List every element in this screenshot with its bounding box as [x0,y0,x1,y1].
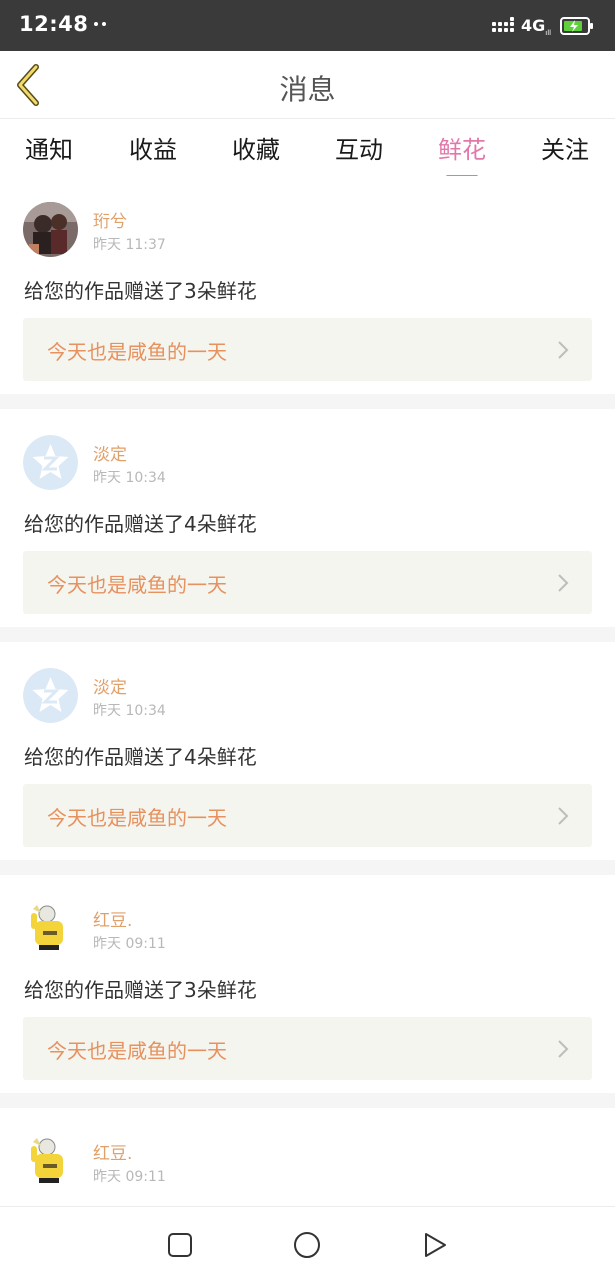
tab-follow[interactable]: 关注 [525,130,605,165]
signal-bars-icon [492,17,516,35]
photo-avatar-icon [23,202,78,257]
tab-earnings[interactable]: 收益 [113,130,193,165]
flower-message-list[interactable]: 珩兮 昨天 11:37 给您的作品赠送了3朵鲜花 今天也是咸鱼的一天 淡定 昨天… [0,176,615,1206]
message-text: 给您的作品赠送了4朵鲜花 [24,512,257,536]
username[interactable]: 淡定 [93,673,127,698]
status-time: 12:48 [19,12,89,36]
square-icon[interactable] [166,1231,194,1259]
username[interactable]: 红豆. [93,906,132,931]
work-link-button[interactable]: 今天也是咸鱼的一天 [23,784,592,847]
message-text: 给您的作品赠送了3朵鲜花 [24,978,257,1002]
username[interactable]: 珩兮 [93,207,127,232]
list-item: 红豆. 昨天 09:11 给您的作品赠送了3朵鲜花 今天也是咸鱼的一天 [0,875,615,1093]
tab-flowers[interactable]: 鲜花 [422,130,502,178]
work-title: 今天也是咸鱼的一天 [47,1039,227,1063]
list-item: 红豆. 昨天 09:11 [0,1108,615,1206]
divider [0,394,615,409]
tab-bar: 通知 收益 收藏 互动 鲜花 关注 [0,120,615,178]
divider [0,1093,615,1108]
message-text: 给您的作品赠送了3朵鲜花 [24,279,257,303]
work-title: 今天也是咸鱼的一天 [47,340,227,364]
work-link-button[interactable]: 今天也是咸鱼的一天 [23,551,592,614]
cartoon-avatar-icon [23,1134,78,1189]
notification-dots-icon [94,22,110,28]
header-bar: 消息 [0,51,615,119]
triangle-back-icon[interactable] [421,1231,449,1259]
tab-flowers-label: 鲜花 [438,136,486,164]
default-star-avatar-icon [23,668,78,723]
timestamp: 昨天 09:11 [93,936,166,952]
battery-charging-icon [560,17,593,35]
avatar[interactable] [23,435,78,490]
avatar[interactable] [23,1134,78,1189]
list-item: 珩兮 昨天 11:37 给您的作品赠送了3朵鲜花 今天也是咸鱼的一天 [0,176,615,394]
work-link-button[interactable]: 今天也是咸鱼的一天 [23,318,592,381]
chevron-right-icon [558,341,569,359]
divider [0,860,615,875]
chevron-right-icon [558,574,569,592]
circle-icon[interactable] [293,1231,321,1259]
system-navigation-bar [0,1206,615,1280]
timestamp: 昨天 10:34 [93,703,166,719]
avatar[interactable] [23,668,78,723]
timestamp: 昨天 09:11 [93,1169,166,1185]
list-item: 淡定 昨天 10:34 给您的作品赠送了4朵鲜花 今天也是咸鱼的一天 [0,409,615,627]
tab-favorites[interactable]: 收藏 [216,130,296,165]
work-link-button[interactable]: 今天也是咸鱼的一天 [23,1017,592,1080]
divider [0,627,615,642]
avatar[interactable] [23,901,78,956]
timestamp: 昨天 10:34 [93,470,166,486]
cartoon-avatar-icon [23,901,78,956]
work-title: 今天也是咸鱼的一天 [47,573,227,597]
page-title: 消息 [279,73,336,106]
tab-interactions[interactable]: 互动 [319,130,399,165]
message-text: 给您的作品赠送了4朵鲜花 [24,745,257,769]
avatar[interactable] [23,202,78,257]
network-type: 4Gıll [521,16,552,38]
username[interactable]: 红豆. [93,1139,132,1164]
work-title: 今天也是咸鱼的一天 [47,806,227,830]
timestamp: 昨天 11:37 [93,237,166,253]
list-item: 淡定 昨天 10:34 给您的作品赠送了4朵鲜花 今天也是咸鱼的一天 [0,642,615,860]
status-bar: 12:48 4Gıll [0,0,615,51]
username[interactable]: 淡定 [93,440,127,465]
tab-notifications[interactable]: 通知 [9,130,89,165]
chevron-right-icon [558,807,569,825]
chevron-right-icon [558,1040,569,1058]
default-star-avatar-icon [23,435,78,490]
